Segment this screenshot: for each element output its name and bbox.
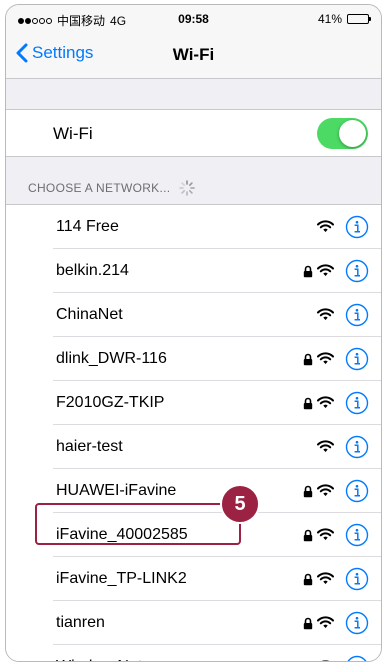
loading-spinner-icon	[179, 180, 196, 196]
network-name: F2010GZ-TKIP	[56, 394, 165, 411]
section-header: CHOOSE A NETWORK...	[28, 179, 196, 197]
info-button-icon[interactable]	[345, 259, 369, 283]
info-button-icon[interactable]	[345, 611, 369, 635]
network-row[interactable]: dlink_DWR-116	[6, 337, 381, 381]
callout-highlight-box	[35, 503, 241, 545]
network-row[interactable]: iFavine_TP-LINK2	[6, 557, 381, 601]
network-name: dlink_DWR-116	[56, 350, 167, 367]
page-title: Wi-Fi	[172, 45, 215, 64]
network-row[interactable]: tianren	[6, 601, 381, 645]
callout-step-badge: 5	[220, 484, 260, 524]
network-name: iFavine_TP-LINK2	[56, 570, 187, 587]
section-header-label: CHOOSE A NETWORK...	[28, 181, 171, 195]
wifi-signal-icon	[317, 484, 334, 496]
wifi-signal-icon	[317, 264, 334, 276]
lock-icon	[303, 617, 313, 630]
wifi-toggle-switch[interactable]	[317, 118, 368, 149]
wifi-signal-icon	[317, 572, 334, 584]
info-button-icon[interactable]	[345, 523, 369, 547]
battery-percent: 41%	[317, 12, 342, 26]
lock-icon	[303, 529, 313, 542]
network-row[interactable]: haier-test	[6, 425, 381, 469]
wifi-signal-icon	[317, 396, 334, 408]
network-list: 114 Free belkin.214 ChinaNet dlink_DWR-1…	[6, 204, 381, 662]
info-button-icon[interactable]	[345, 215, 369, 239]
network-row[interactable]: belkin.214	[6, 249, 381, 293]
info-button-icon[interactable]	[345, 435, 369, 459]
network-row[interactable]: 114 Free	[6, 205, 381, 249]
wifi-signal-icon	[317, 352, 334, 364]
battery-icon	[347, 14, 371, 24]
info-button-icon[interactable]	[345, 347, 369, 371]
wifi-signal-icon	[317, 528, 334, 540]
network-row[interactable]: WirelessNet	[6, 645, 381, 662]
status-bar: 中国移动 4G 09:58 41%	[6, 5, 381, 31]
network-row[interactable]: F2010GZ-TKIP	[6, 381, 381, 425]
info-button-icon[interactable]	[345, 303, 369, 327]
wifi-signal-icon	[317, 616, 334, 628]
status-right: 41%	[317, 12, 371, 26]
network-name: haier-test	[56, 438, 123, 455]
phone-screen: 中国移动 4G 09:58 41% Settings Wi-Fi Wi-Fi C…	[5, 4, 382, 662]
network-row[interactable]: ChinaNet	[6, 293, 381, 337]
lock-icon	[303, 353, 313, 366]
lock-icon	[303, 265, 313, 278]
wifi-signal-icon	[321, 660, 330, 661]
network-name: tianren	[56, 614, 105, 631]
network-name: ChinaNet	[56, 306, 123, 323]
lock-icon	[303, 573, 313, 586]
info-button-icon[interactable]	[345, 655, 369, 662]
wifi-signal-icon	[317, 308, 334, 320]
wifi-signal-icon	[317, 220, 334, 232]
network-name: HUAWEI-iFavine	[56, 482, 177, 499]
network-name: 114 Free	[56, 218, 119, 235]
network-name: WirelessNet	[56, 658, 142, 661]
network-name: belkin.214	[56, 262, 129, 279]
navigation-bar: Settings Wi-Fi	[6, 31, 381, 79]
toggle-knob	[339, 120, 366, 147]
info-button-icon[interactable]	[345, 479, 369, 503]
wifi-toggle-row: Wi-Fi	[6, 109, 381, 157]
lock-icon	[303, 485, 313, 498]
info-button-icon[interactable]	[345, 391, 369, 415]
wifi-signal-icon	[317, 440, 334, 452]
info-button-icon[interactable]	[345, 567, 369, 591]
lock-icon	[303, 397, 313, 410]
wifi-toggle-label: Wi-Fi	[53, 124, 93, 143]
